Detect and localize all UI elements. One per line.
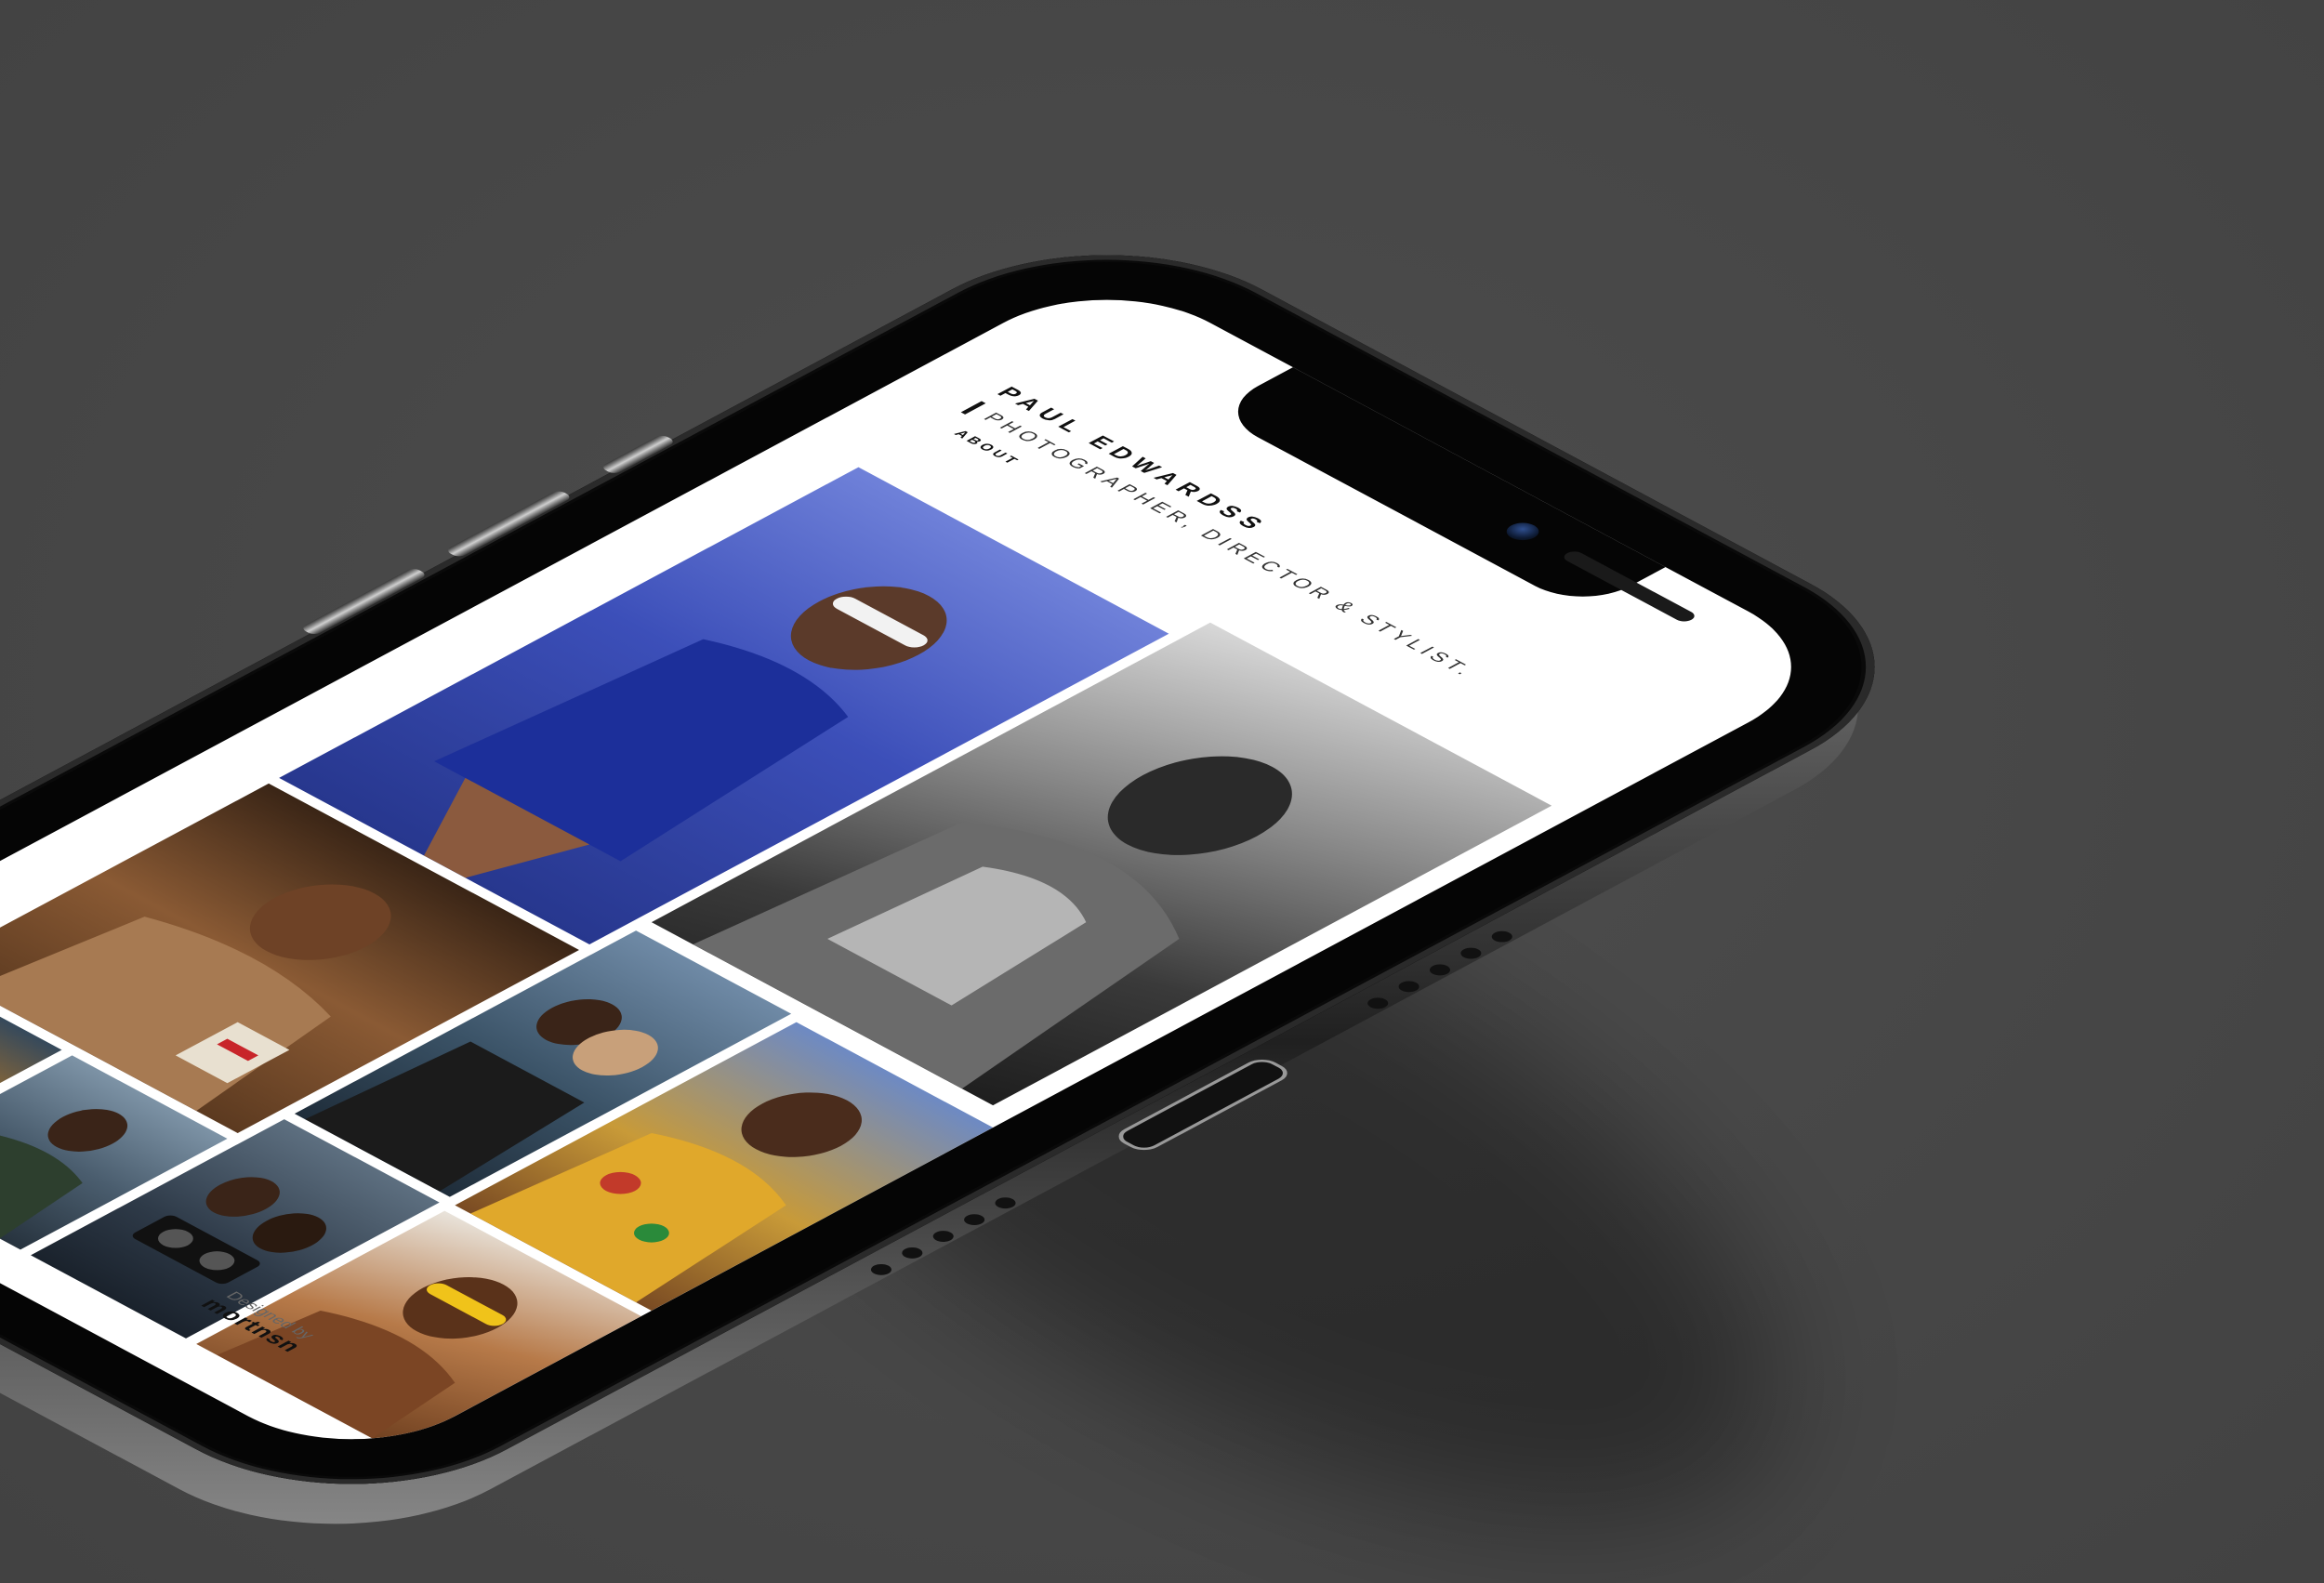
mute-switch (600, 433, 677, 475)
volume-down-button (299, 567, 429, 637)
mockup-stage: PAUL EDWARDSS PHOTOGRAPHER, DIRECTOR & S… (0, 0, 2324, 1583)
front-camera-icon (1499, 519, 1546, 544)
volume-up-button (444, 489, 574, 559)
earpiece-speaker (1560, 548, 1699, 624)
